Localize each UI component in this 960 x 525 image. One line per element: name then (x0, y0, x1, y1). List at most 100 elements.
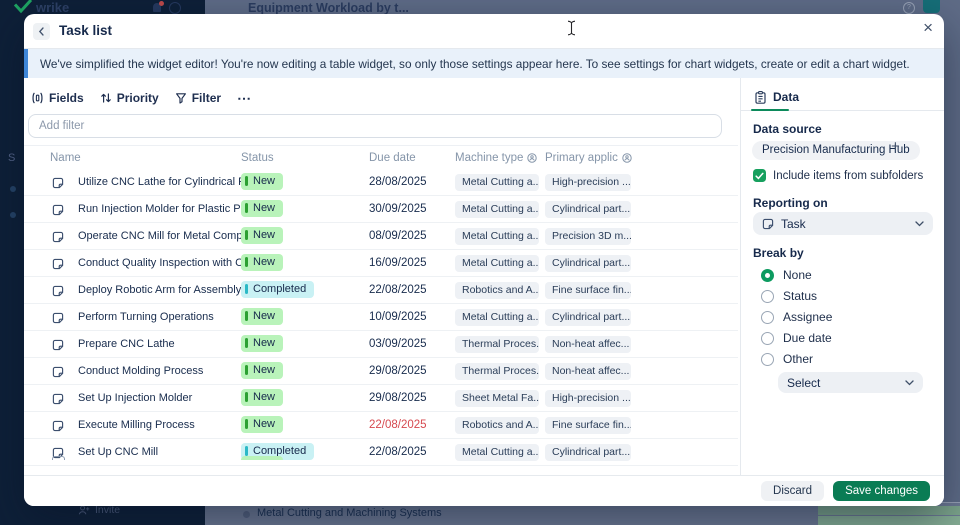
column-header-primary-application[interactable]: Primary applic (545, 152, 632, 164)
radio-icon (761, 289, 774, 303)
info-banner: We've simplified the widget editor! You'… (24, 49, 944, 78)
break-by-heading: Break by (753, 246, 804, 260)
help-icon: ? (903, 2, 915, 14)
info-banner-text: We've simplified the widget editor! You'… (40, 56, 910, 71)
primary-app-chip: Fine surface fin... (545, 281, 631, 299)
table-row[interactable]: Conduct Molding Process New 29/08/2025 Ther… (24, 358, 738, 385)
sidebar-item-dot (10, 212, 16, 218)
sort-arrows-icon (100, 93, 111, 103)
task-icon (52, 284, 64, 297)
break-by-option-none[interactable]: None (761, 268, 812, 282)
radio-icon (761, 268, 774, 282)
table-row[interactable]: Run Injection Molder for Plastic Parts Ne… (24, 196, 738, 223)
sort-priority-button[interactable]: Priority (100, 91, 159, 105)
save-changes-button[interactable]: Save changes (833, 481, 930, 501)
table-header: Name Status Due date Machine type Primar… (24, 145, 738, 170)
fields-button[interactable]: Fields (31, 91, 84, 105)
status-badge: New (241, 199, 284, 217)
subfolders-checkbox-row[interactable]: Include items from subfolders (753, 169, 923, 182)
task-name: Conduct Molding Process (78, 365, 204, 377)
status-cell: New (241, 172, 369, 192)
data-source-heading: Data source (753, 122, 822, 136)
machine-type-chip: Thermal Proces... (455, 362, 539, 380)
task-icon (52, 176, 64, 189)
table-row[interactable]: Prepare CNC Lathe New 03/09/2025 Thermal Pr… (24, 331, 738, 358)
text-cursor-icon (567, 20, 576, 41)
status-cell: New (241, 388, 369, 408)
person-circle-icon (527, 152, 538, 163)
task-icon (52, 338, 64, 351)
radio-icon (761, 352, 774, 366)
back-button[interactable] (33, 23, 50, 40)
status-cell: Completed (241, 280, 369, 300)
break-by-option-due-date[interactable]: Due date (761, 331, 832, 345)
tab-data[interactable]: Data (755, 90, 799, 104)
due-date: 22/08/2025 (369, 419, 427, 431)
filter-funnel-icon (175, 93, 186, 104)
column-header-machine-type[interactable]: Machine type (455, 152, 545, 164)
radio-icon (761, 310, 774, 324)
task-icon (52, 285, 64, 297)
machine-type-chip: Robotics and A... (455, 416, 539, 434)
add-source-button[interactable]: + (891, 138, 900, 155)
break-by-option-other[interactable]: Other (761, 352, 813, 366)
table-row[interactable]: Operate CNC Mill for Metal ComponentsNew… (24, 223, 738, 250)
table-row[interactable]: Utilize CNC Lathe for Cylindrical PartsN… (24, 169, 738, 196)
active-tab-indicator (751, 109, 789, 111)
machine-type-chip: Metal Cutting a... (455, 254, 539, 272)
chevron-down-icon (905, 379, 914, 386)
status-cell: New (241, 361, 369, 381)
primary-app-chip: Cylindrical part... (545, 254, 631, 272)
status-cell: New (241, 334, 369, 354)
settings-panel: Data Data source Precision Manufacturing… (740, 78, 944, 476)
table-body: Utilize CNC Lathe for Cylindrical PartsN… (24, 169, 738, 466)
table-row[interactable]: Set Up Injection Molder New 29/08/2025 Shee… (24, 385, 738, 412)
status-badge: New (241, 388, 284, 406)
task-icon (762, 218, 774, 229)
column-header-status[interactable]: Status (241, 152, 369, 164)
table-row[interactable]: Execute Milling Process New 22/08/2025 Robo… (24, 412, 738, 439)
checkbox-icon[interactable] (753, 169, 766, 182)
task-icon (52, 456, 65, 460)
discard-button[interactable]: Discard (761, 481, 824, 501)
add-filter-input[interactable] (28, 114, 722, 138)
table-row[interactable]: Set Up CNC Mill Completed 22/08/2025 Metal … (24, 439, 738, 466)
due-date: 30/09/2025 (369, 203, 427, 215)
clipboard-icon (755, 90, 766, 104)
notification-dot (159, 1, 164, 6)
filter-button[interactable]: Filter (175, 91, 221, 105)
status-cell: New (241, 415, 369, 435)
close-icon[interactable]: × (923, 18, 933, 38)
primary-app-chip: Non-heat affec... (545, 362, 631, 380)
column-header-name[interactable]: Name (50, 152, 241, 164)
sidebar-item-dot (10, 186, 16, 192)
partial-row (24, 455, 738, 460)
table-row[interactable]: Deploy Robotic Arm for Assembly Completed… (24, 277, 738, 304)
status-cell: New (241, 253, 369, 273)
table-row[interactable]: Perform Turning Operations New 10/09/2025 M… (24, 304, 738, 331)
machine-type-chip: Metal Cutting a... (455, 200, 539, 218)
more-options-button[interactable]: ⋯ (237, 90, 252, 107)
task-icon (52, 393, 64, 405)
task-name: Utilize CNC Lathe for Cylindrical Parts (78, 176, 241, 188)
due-date: 29/08/2025 (369, 365, 427, 377)
status-badge: New (241, 361, 284, 379)
other-field-select[interactable]: Select (778, 372, 923, 393)
invite-person-icon (78, 505, 90, 515)
break-by-option-status[interactable]: Status (761, 289, 817, 303)
due-date: 28/08/2025 (369, 176, 427, 188)
task-name: Run Injection Molder for Plastic Parts (78, 203, 241, 215)
primary-app-chip: High-precision ... (545, 389, 631, 407)
background-chart-bar (818, 516, 960, 525)
task-icon (52, 392, 64, 405)
table-row[interactable]: Conduct Quality Inspection with CMMNew 16… (24, 250, 738, 277)
column-header-due-date[interactable]: Due date (369, 152, 455, 164)
reporting-on-heading: Reporting on (753, 196, 828, 210)
topbar-circle-icon (169, 2, 181, 14)
status-badge: New (241, 415, 284, 433)
break-by-option-assignee[interactable]: Assignee (761, 310, 832, 324)
fields-icon (32, 92, 43, 104)
task-icon (52, 365, 64, 378)
reporting-on-select[interactable]: Task (753, 212, 933, 235)
task-icon (52, 312, 64, 324)
